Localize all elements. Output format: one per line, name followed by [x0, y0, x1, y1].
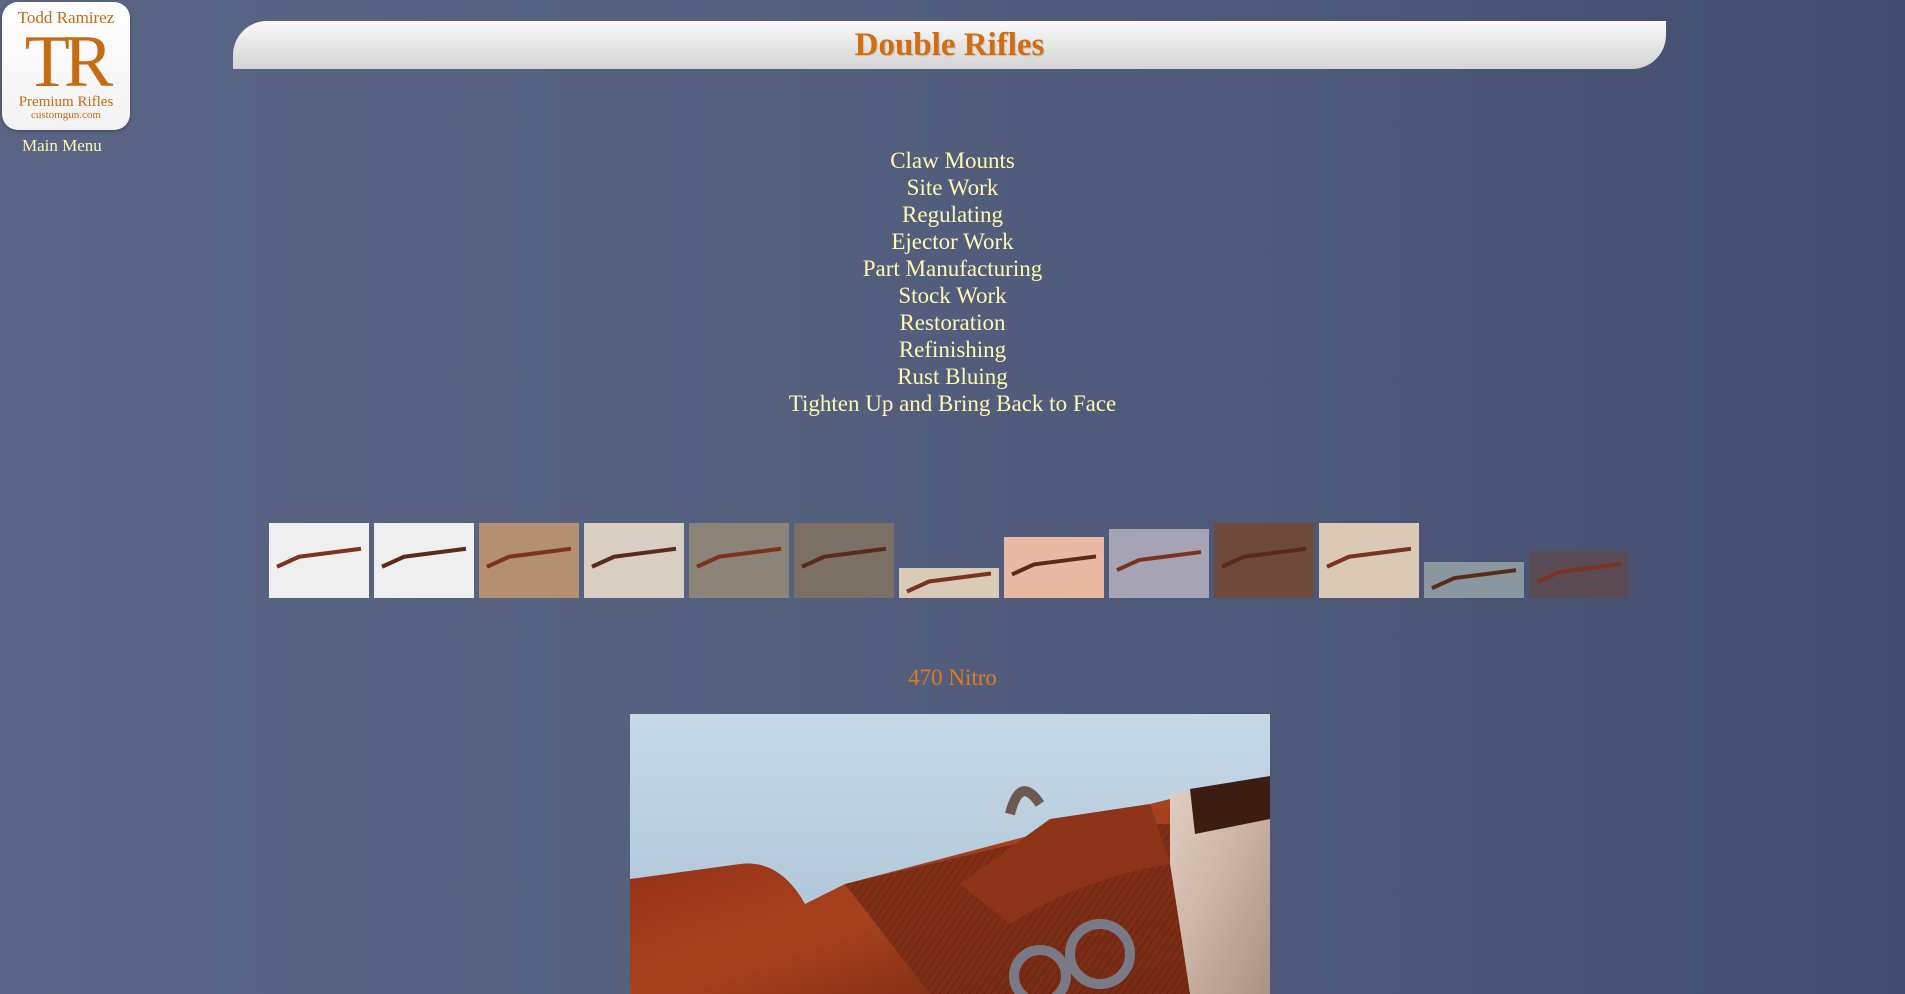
thumbnail-rifle-gray-small[interactable] — [1424, 562, 1524, 598]
menu-link-restoration[interactable]: Restoration — [0, 309, 1905, 336]
thumbnail-image — [1221, 546, 1307, 569]
thumbnail-barrels-pegboard-closeup[interactable] — [584, 523, 684, 598]
logo-url: customgun.com — [31, 109, 101, 121]
title-banner: Double Rifles — [233, 21, 1666, 69]
menu-link-claw-mounts[interactable]: Claw Mounts — [0, 147, 1905, 174]
menu-link-regulating[interactable]: Regulating — [0, 201, 1905, 228]
thumbnail-action-pegboard[interactable] — [794, 523, 894, 598]
thumbnail-image — [1011, 554, 1097, 577]
thumbnail-rifle-scope-small[interactable] — [899, 568, 999, 598]
site-logo[interactable]: Todd Ramirez TR Premium Rifles customgun… — [2, 2, 130, 130]
thumbnail-image — [696, 546, 782, 569]
thumbnail-barrels-tan[interactable] — [1319, 523, 1419, 598]
thumbnail-rifle-white-bg-2[interactable] — [374, 523, 474, 598]
thumbnail-image — [381, 546, 467, 569]
thumbnail-gallery — [269, 523, 1629, 598]
photo-caption: 470 Nitro — [908, 665, 997, 690]
thumbnail-image — [906, 571, 992, 594]
thumbnail-image — [486, 546, 572, 569]
thumbnail-image — [1116, 550, 1202, 572]
thumbnail-image — [591, 546, 677, 569]
menu-link-rust-bluing[interactable]: Rust Bluing — [0, 363, 1905, 390]
thumbnail-barrels-pegboard[interactable] — [479, 523, 579, 598]
thumbnail-image — [801, 546, 887, 569]
thumbnail-image — [1536, 562, 1622, 584]
thumbnail-image — [276, 546, 362, 569]
menu-link-ejector-work[interactable]: Ejector Work — [0, 228, 1905, 255]
menu-link-refinishing[interactable]: Refinishing — [0, 336, 1905, 363]
menu-link-part-manufacturing[interactable]: Part Manufacturing — [0, 255, 1905, 282]
thumbnail-stock-parts-gray[interactable] — [1109, 529, 1209, 598]
menu-link-tighten-up[interactable]: Tighten Up and Bring Back to Face — [0, 390, 1905, 417]
service-menu: Claw Mounts Site Work Regulating Ejector… — [0, 147, 1905, 417]
thumbnail-rifle-pink-bg[interactable] — [1004, 537, 1104, 598]
thumbnail-image — [1326, 546, 1412, 569]
menu-link-stock-work[interactable]: Stock Work — [0, 282, 1905, 309]
thumbnail-rifle-white-bg-1[interactable] — [269, 523, 369, 598]
logo-tagline: Premium Rifles — [18, 94, 114, 110]
rifle-photo — [630, 714, 1270, 994]
logo-monogram: TR — [24, 21, 114, 103]
thumbnail-rifles-standing[interactable] — [1214, 523, 1314, 598]
rifle-photo-image — [630, 714, 1270, 994]
thumbnail-parts-bench[interactable] — [689, 523, 789, 598]
menu-link-site-work[interactable]: Site Work — [0, 174, 1905, 201]
thumbnail-rifle-dark-small[interactable] — [1529, 551, 1629, 598]
page-title: Double Rifles — [854, 27, 1045, 63]
thumbnail-image — [1431, 568, 1517, 591]
